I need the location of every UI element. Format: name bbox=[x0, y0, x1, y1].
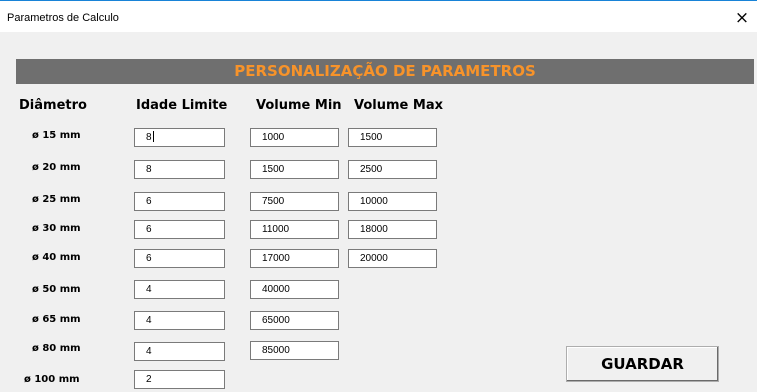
idade-input[interactable]: 8 bbox=[134, 160, 225, 179]
idade-input[interactable]: 8 bbox=[134, 128, 225, 147]
diameter-label: ø 65 mm bbox=[32, 314, 81, 325]
diameter-label: ø 50 mm bbox=[32, 284, 81, 295]
volume-max-input[interactable]: 20000 bbox=[348, 249, 437, 268]
diameter-label: ø 40 mm bbox=[32, 252, 81, 263]
volume-min-input[interactable]: 85000 bbox=[250, 341, 339, 360]
diameter-label: ø 80 mm bbox=[32, 343, 81, 354]
volume-min-input[interactable]: 17000 bbox=[250, 249, 339, 268]
volume-max-input[interactable]: 1500 bbox=[348, 128, 437, 147]
idade-input[interactable]: 6 bbox=[134, 249, 225, 268]
volume-max-input[interactable]: 2500 bbox=[348, 160, 437, 179]
diameter-label: ø 100 mm bbox=[24, 374, 80, 385]
text-caret bbox=[152, 130, 154, 142]
volume-min-input[interactable]: 1500 bbox=[250, 160, 339, 179]
idade-input[interactable]: 6 bbox=[134, 192, 225, 211]
volume-min-input[interactable]: 65000 bbox=[250, 311, 339, 330]
idade-input[interactable]: 6 bbox=[134, 220, 225, 239]
volume-min-input[interactable]: 40000 bbox=[250, 280, 339, 299]
idade-input[interactable]: 4 bbox=[134, 311, 225, 330]
diameter-label: ø 15 mm bbox=[32, 130, 81, 141]
guardar-button[interactable]: GUARDAR bbox=[566, 346, 719, 382]
close-icon[interactable]: × bbox=[733, 9, 751, 27]
volume-min-input[interactable]: 1000 bbox=[250, 128, 339, 147]
volume-min-input[interactable]: 7500 bbox=[250, 192, 339, 211]
volume-max-input[interactable]: 18000 bbox=[348, 220, 437, 239]
title-bar: Parametros de Calculo × bbox=[0, 0, 757, 32]
volume-max-input[interactable]: 10000 bbox=[348, 192, 437, 211]
section-banner: PERSONALIZAÇÃO DE PARAMETROS bbox=[16, 59, 754, 84]
diameter-label: ø 20 mm bbox=[32, 162, 81, 173]
header-volume-min: Volume Min bbox=[256, 98, 342, 113]
header-volume-max: Volume Max bbox=[354, 98, 443, 113]
title-bar-border bbox=[0, 0, 757, 1]
volume-min-input[interactable]: 11000 bbox=[250, 220, 339, 239]
header-diametro: Diâmetro bbox=[19, 98, 87, 113]
window-title: Parametros de Calculo bbox=[7, 12, 119, 24]
idade-input[interactable]: 4 bbox=[134, 280, 225, 299]
header-idade-limite: Idade Limite bbox=[136, 98, 228, 113]
idade-input[interactable]: 4 bbox=[134, 342, 225, 361]
diameter-label: ø 30 mm bbox=[32, 223, 81, 234]
diameter-label: ø 25 mm bbox=[32, 194, 81, 205]
idade-input[interactable]: 2 bbox=[134, 370, 225, 389]
